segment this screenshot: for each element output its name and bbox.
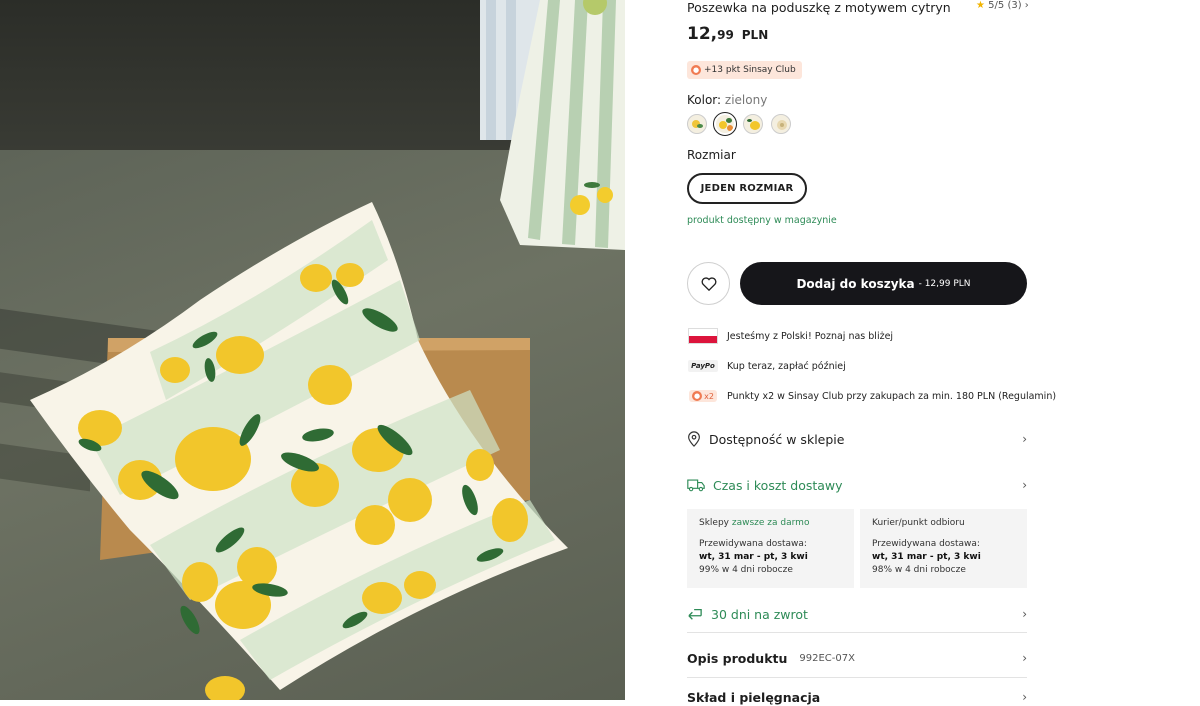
paypo-icon: PayPo — [687, 357, 719, 375]
add-to-cart-price: - 12,99 PLN — [918, 278, 971, 289]
returns-row[interactable]: 30 dni na zwrot › — [687, 605, 1027, 623]
color-label: Kolor: zielony — [687, 93, 767, 107]
chevron-right-icon: › — [1022, 651, 1027, 665]
chevron-down-icon: › — [1022, 478, 1027, 492]
delivery-dates: wt, 31 mar - pt, 3 kwi — [699, 552, 808, 562]
divider — [687, 677, 1027, 678]
color-swatch[interactable] — [771, 114, 791, 134]
star-icon: ★ — [976, 0, 985, 11]
color-swatch[interactable] — [687, 114, 707, 134]
truck-icon — [687, 479, 705, 492]
store-availability-label: Dostępność w sklepie — [709, 431, 845, 447]
price-decimal: 99 — [717, 28, 734, 42]
perk-text: Kup teraz, zapłać później — [727, 360, 846, 372]
delivery-label: Czas i koszt dostawy — [713, 477, 843, 493]
club-points-text: +13 pkt Sinsay Club — [704, 65, 796, 75]
delivery-options: Sklepy zawsze za darmo Przewidywana dost… — [687, 509, 1027, 588]
chevron-right-icon: › — [1024, 0, 1029, 11]
rating-value: 5/5 — [988, 0, 1005, 11]
color-label-text: Kolor: — [687, 93, 722, 107]
care-label: Skład i pielęgnacja — [687, 689, 821, 705]
poland-flag-icon — [687, 327, 719, 345]
delivery-card-title: Kurier/punkt odbioru — [872, 518, 965, 528]
perk-paypo[interactable]: PayPo Kup teraz, zapłać później — [687, 357, 846, 375]
chevron-right-icon: › — [1022, 432, 1027, 446]
review-count: (3) — [1007, 0, 1022, 11]
points-x2-icon: ● x2 — [687, 387, 719, 405]
price-currency: PLN — [741, 28, 769, 42]
delivery-stat: 98% w 4 dni robocze — [872, 565, 966, 575]
product-title: Poszewka na poduszkę z motywem cytryn — [687, 0, 951, 15]
chevron-right-icon: › — [1022, 690, 1027, 704]
delivery-card-title: Sklepy — [699, 518, 730, 528]
wishlist-button[interactable] — [687, 262, 730, 305]
delivery-dates: wt, 31 mar - pt, 3 kwi — [872, 552, 981, 562]
delivery-row[interactable]: Czas i koszt dostawy › — [687, 476, 1027, 494]
paypo-icon-text: PayPo — [688, 360, 718, 372]
club-points-badge: ● +13 pkt Sinsay Club — [687, 61, 802, 79]
perk-made-in-poland[interactable]: Jesteśmy z Polski! Poznaj nas bliżej — [687, 327, 893, 345]
perk-text: Jesteśmy z Polski! Poznaj nas bliżej — [727, 330, 894, 342]
size-label: Rozmiar — [687, 148, 736, 162]
return-arrow-icon — [688, 608, 702, 620]
delivery-stat: 99% w 4 dni robocze — [699, 565, 793, 575]
description-label: Opis produktu — [687, 650, 788, 666]
color-swatch[interactable] — [743, 114, 763, 134]
description-row[interactable]: Opis produktu 992EC-07X › — [687, 649, 1027, 667]
add-to-cart-button[interactable]: Dodaj do koszyka - 12,99 PLN — [740, 262, 1027, 305]
product-photo[interactable] — [0, 0, 625, 700]
divider — [687, 632, 1027, 633]
color-swatches — [687, 112, 791, 136]
club-coin-icon: ● — [691, 65, 701, 75]
perk-text: Punkty x2 w Sinsay Club przy zakupach za… — [727, 390, 1057, 402]
product-code: 992EC-07X — [799, 652, 855, 664]
chevron-right-icon: › — [1022, 607, 1027, 621]
availability-status: produkt dostępny w magazynie — [687, 215, 837, 226]
delivery-estimate-label: Przewidywana dostawa: — [872, 539, 980, 549]
delivery-card-courier: Kurier/punkt odbioru Przewidywana dostaw… — [860, 509, 1027, 588]
care-row[interactable]: Skład i pielęgnacja › — [687, 688, 1027, 706]
price-integer: 12, — [687, 24, 718, 44]
product-rating[interactable]: ★ 5/5 (3) › — [976, 0, 1029, 11]
returns-label: 30 dni na zwrot — [711, 606, 808, 622]
product-price: 12,99 PLN — [687, 24, 768, 44]
add-to-cart-label: Dodaj do koszyka — [796, 276, 915, 291]
pillow-illustration — [30, 0, 625, 700]
points-x2-icon-text: x2 — [704, 391, 714, 401]
delivery-card-stores: Sklepy zawsze za darmo Przewidywana dost… — [687, 509, 854, 588]
color-swatch-selected[interactable] — [713, 112, 737, 136]
perk-points-x2[interactable]: ● x2 Punkty x2 w Sinsay Club przy zakupac… — [687, 387, 1056, 405]
store-availability-row[interactable]: Dostępność w sklepie › — [687, 430, 1027, 448]
size-option-button[interactable]: JEDEN ROZMIAR — [687, 173, 807, 204]
color-value: zielony — [724, 93, 768, 107]
location-pin-icon — [688, 431, 700, 447]
delivery-card-accent: zawsze za darmo — [731, 518, 810, 528]
delivery-estimate-label: Przewidywana dostawa: — [699, 539, 807, 549]
heart-icon — [701, 277, 716, 291]
